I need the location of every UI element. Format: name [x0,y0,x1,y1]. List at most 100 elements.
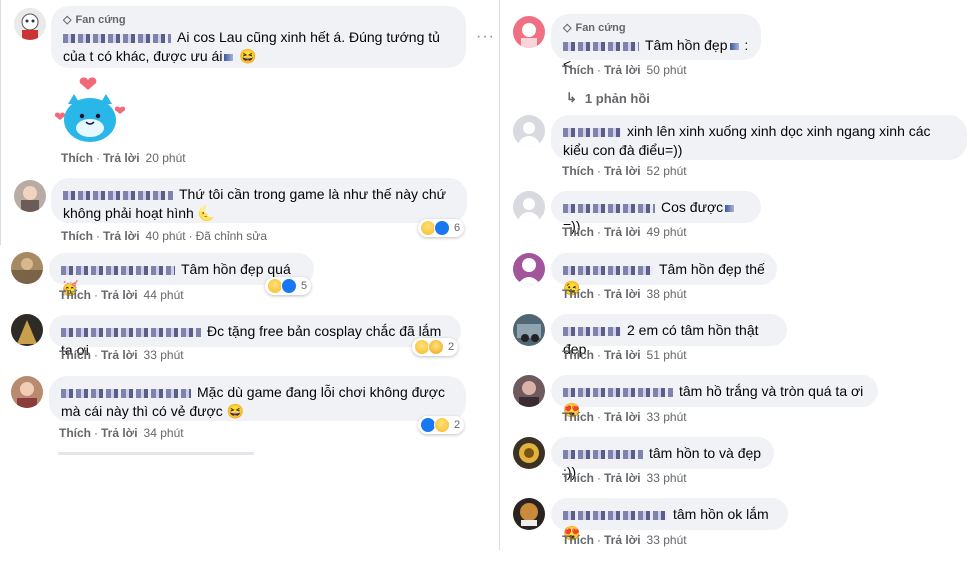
timestamp[interactable]: 40 phút [146,229,186,243]
reply-link[interactable]: Trả lời [103,229,140,243]
comment-bubble: tâm hồn to và đẹp :)) [551,437,774,480]
like-link[interactable]: Thích [562,225,594,239]
comment-actions: Thích · Trả lời 34 phút [59,426,184,440]
author-name-blurred[interactable] [563,387,673,397]
comment-text: tâm hồn ok lắm [673,506,769,522]
haha-reaction-icon [434,417,450,433]
avatar[interactable] [513,314,545,346]
comment-actions: Thích · Trả lời 50 phút [562,63,687,77]
like-link[interactable]: Thích [562,287,594,301]
like-link[interactable]: Thích [61,151,93,165]
timestamp[interactable]: 49 phút [647,225,687,239]
author-name-blurred[interactable] [61,388,191,398]
reply-link[interactable]: Trả lời [604,287,641,301]
reply-link[interactable]: Trả lời [604,348,641,362]
avatar[interactable] [513,16,545,48]
default-avatar[interactable] [513,115,545,147]
reply-link[interactable]: Trả lời [604,164,641,178]
like-link[interactable]: Thích [59,348,91,362]
author-name-blurred[interactable] [563,127,621,137]
author-name-blurred[interactable] [563,449,643,459]
like-link[interactable]: Thích [562,164,594,178]
reactions-summary[interactable]: 2 [412,338,459,356]
avatar[interactable] [11,252,43,284]
reply-link[interactable]: Trả lời [604,410,641,424]
timestamp[interactable]: 33 phút [647,410,687,424]
avatar[interactable] [513,437,545,469]
avatar[interactable] [14,180,46,212]
comment-bubble: Thứ tôi cần trong game là như thế này ch… [51,178,467,223]
blurred-text [725,204,735,212]
comment-actions: Thích · Trả lời 40 phút · Đã chỉnh sửa [61,229,267,243]
cut-off-bubble [58,452,254,455]
timestamp[interactable]: 20 phút [146,151,186,165]
author-name-blurred[interactable] [563,203,655,213]
like-link[interactable]: Thích [562,533,594,547]
reactions-summary[interactable]: 6 [418,219,465,237]
timestamp[interactable]: 33 phút [144,348,184,362]
like-link[interactable]: Thích [562,410,594,424]
like-link[interactable]: Thích [61,229,93,243]
emoji: 😆 [239,48,257,64]
reply-link[interactable]: Trả lời [101,426,138,440]
view-replies-link[interactable]: ↳ 1 phản hồi [566,90,650,106]
reply-link[interactable]: Trả lời [101,348,138,362]
like-link[interactable]: Thích [59,288,91,302]
timestamp[interactable]: 50 phút [647,63,687,77]
avatar[interactable] [11,314,43,346]
timestamp[interactable]: 38 phút [647,287,687,301]
author-name-blurred[interactable] [563,41,639,51]
author-name-blurred[interactable] [61,327,201,337]
reply-link[interactable]: Trả lời [604,63,641,77]
reply-arrow-icon: ↳ [566,90,577,105]
comment-bubble: tâm hồ trắng và tròn quá ta ơi 😍 [551,375,878,418]
comment-actions: Thích · Trả lời 49 phút [562,225,687,239]
reply-link[interactable]: Trả lời [101,288,138,302]
timestamp[interactable]: 44 phút [144,288,184,302]
author-name-blurred[interactable] [63,190,173,200]
timestamp[interactable]: 52 phút [647,164,687,178]
comment-bubble: 2 em có tâm hồn thật đẹp. [551,314,787,357]
reply-link[interactable]: Trả lời [604,471,641,485]
timestamp[interactable]: 33 phút [647,533,687,547]
avatar[interactable] [513,253,545,285]
avatar[interactable] [513,375,545,407]
like-link[interactable]: Thích [562,63,594,77]
comment-bubble: ◇ Fan cứng Tâm hồn đẹp :< [551,14,761,72]
reply-link[interactable]: Trả lời [604,533,641,547]
timestamp[interactable]: 33 phút [647,471,687,485]
comment-actions: Thích · Trả lời 52 phút [562,164,687,178]
default-avatar[interactable] [513,191,545,223]
timestamp[interactable]: 34 phút [144,426,184,440]
author-name-blurred[interactable] [563,326,621,336]
like-link[interactable]: Thích [59,426,91,440]
author-name-blurred[interactable] [563,265,653,275]
comment-bubble: Mặc dù game đang lỗi chơi không được mà … [49,376,466,421]
avatar[interactable] [14,8,46,40]
comment-text: Cos được [661,199,724,215]
like-link[interactable]: Thích [562,348,594,362]
comment-actions: Thích · Trả lời 38 phút [562,287,687,301]
comment-text: Tâm hồn đẹp [645,37,728,53]
comment-actions: Thích · Trả lời 44 phút [59,288,184,302]
timestamp[interactable]: 51 phút [647,348,687,362]
reply-link[interactable]: Trả lời [604,225,641,239]
emoji: 🌜 [197,205,216,221]
fan-badge: ◇ Fan cứng [63,14,126,26]
author-name-blurred[interactable] [61,265,175,275]
avatar[interactable] [11,376,43,408]
comment-actions: Thích · Trả lời 33 phút [562,410,687,424]
reactions-summary[interactable]: 5 [265,277,312,295]
comment-bubble: xinh lên xinh xuống xinh dọc xinh ngang … [551,115,967,160]
like-link[interactable]: Thích [562,471,594,485]
more-options-icon[interactable]: ··· [476,28,495,46]
avatar[interactable] [513,498,545,530]
comment-text: Tâm hồn đẹp quá [181,261,291,277]
reactions-summary[interactable]: 2 [418,416,465,434]
reply-link[interactable]: Trả lời [103,151,140,165]
comment-actions: Thích · Trả lời 33 phút [562,533,687,547]
author-name-blurred[interactable] [63,33,171,43]
author-name-blurred[interactable] [563,510,667,520]
sticker [50,74,132,146]
like-reaction-icon [434,220,450,236]
